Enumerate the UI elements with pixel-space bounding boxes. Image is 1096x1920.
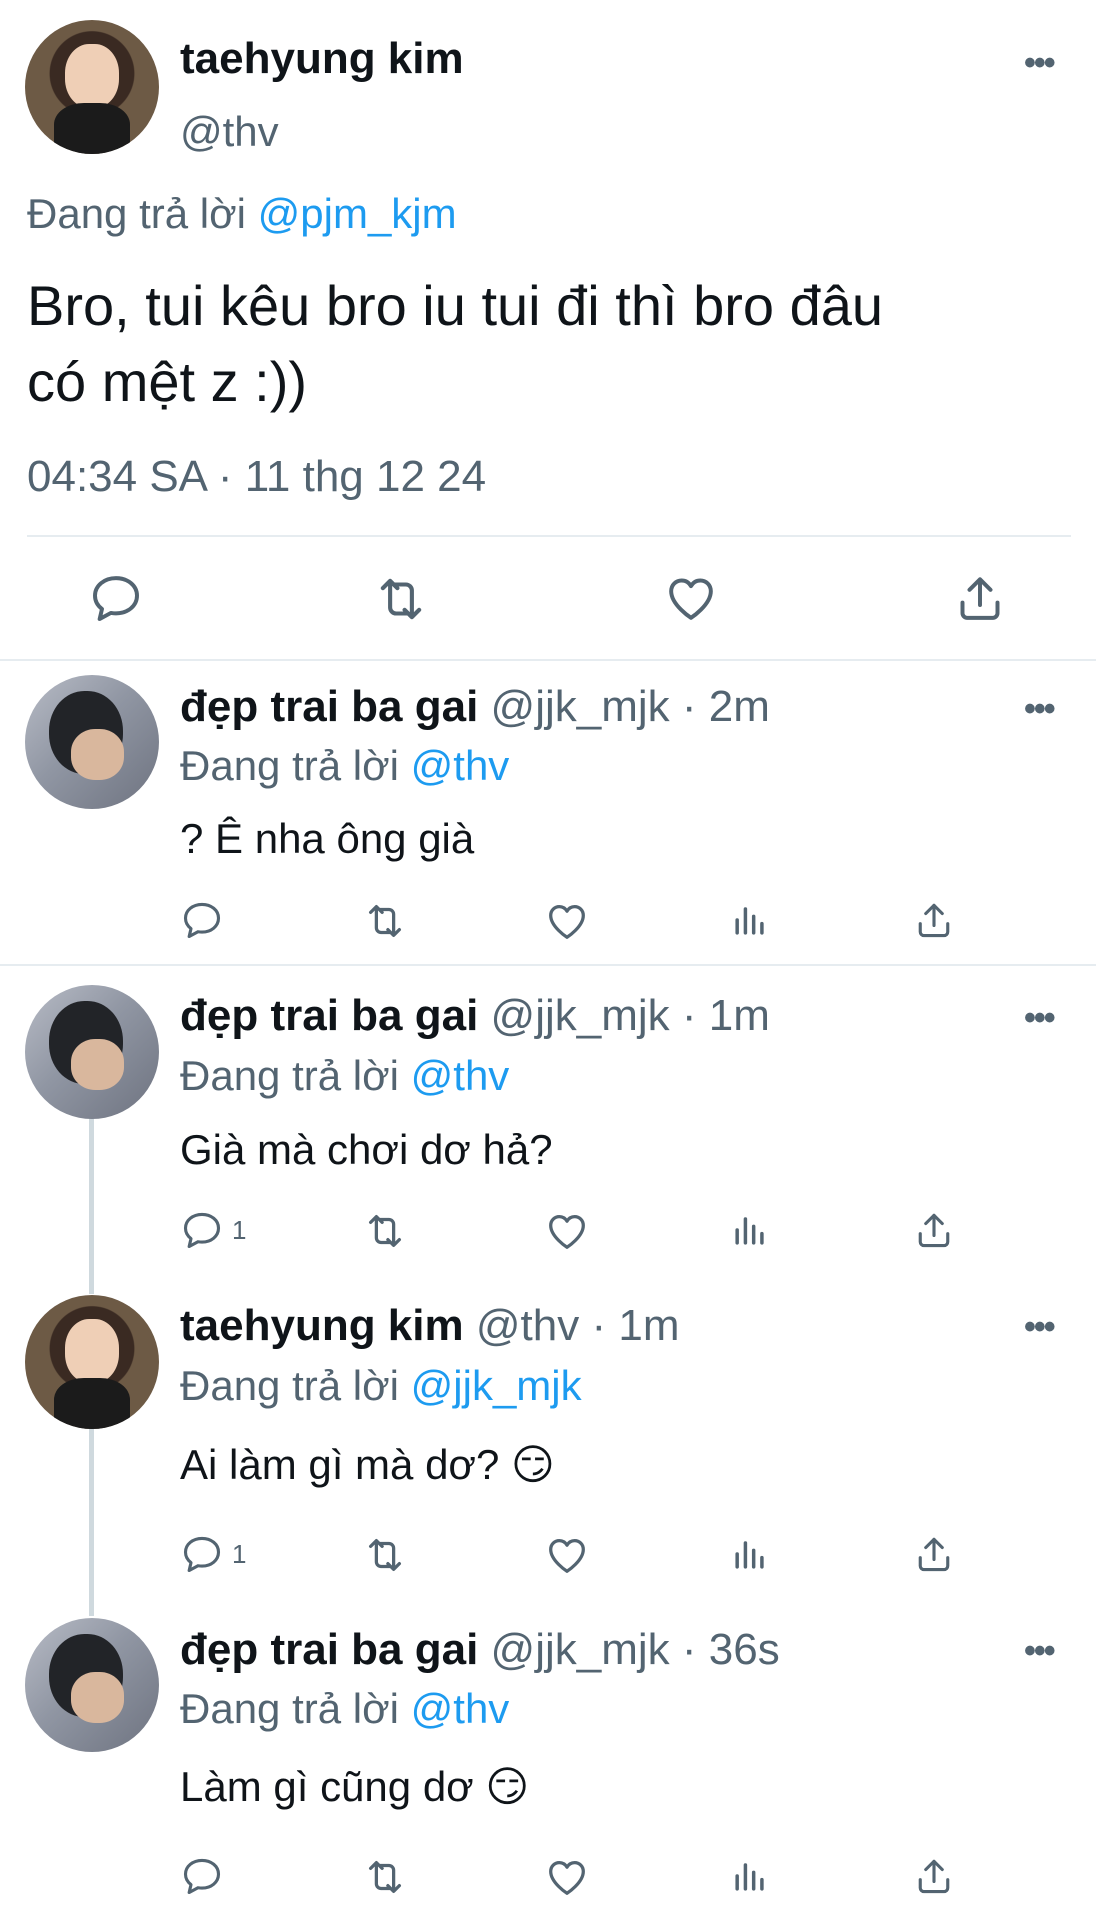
retweet-icon[interactable]	[362, 1532, 408, 1578]
reply-count: 1	[232, 1214, 247, 1245]
replying-prefix: Đang trả lời	[180, 1685, 399, 1732]
share-icon[interactable]	[912, 898, 956, 942]
author-handle[interactable]: @thv	[476, 1301, 579, 1350]
views-icon[interactable]	[728, 1854, 772, 1898]
tweet-text: ? Ê nha ông già	[180, 815, 475, 862]
like-icon[interactable]	[544, 898, 590, 944]
views-icon[interactable]	[728, 1532, 772, 1576]
reply-header: taehyung kim @thv · 1m	[180, 1301, 679, 1351]
share-icon[interactable]	[912, 1208, 956, 1252]
reply-icon[interactable]: 1	[180, 1208, 246, 1252]
retweet-icon[interactable]	[362, 1208, 408, 1254]
replying-to-line: Đang trả lời @jjk_mjk	[180, 1362, 582, 1410]
divider	[0, 964, 1096, 966]
tweet-time[interactable]: · 36s	[682, 1625, 780, 1674]
reply-icon[interactable]	[180, 898, 232, 942]
author-name[interactable]: taehyung kim	[180, 1301, 464, 1350]
like-icon[interactable]	[663, 570, 719, 626]
avatar[interactable]	[25, 1618, 159, 1752]
author-name[interactable]: đẹp trai ba gai	[180, 1625, 478, 1674]
tweet-text-line-1: Bro, tui kêu bro iu tui đi thì bro đâu	[27, 274, 884, 337]
tweet-text: Làm gì cũng dơ 😏	[180, 1763, 530, 1810]
retweet-icon[interactable]	[372, 570, 430, 628]
author-handle[interactable]: @jjk_mjk	[491, 1625, 670, 1674]
more-icon[interactable]: •••	[1024, 1310, 1056, 1344]
replying-to-link[interactable]: @pjm_kjm	[258, 190, 457, 237]
tweet-text-line-2: có mệt z :))	[27, 350, 308, 413]
author-name[interactable]: đẹp trai ba gai	[180, 991, 478, 1040]
reply-header: đẹp trai ba gai @jjk_mjk · 1m	[180, 991, 770, 1041]
replying-to-line: Đang trả lời @thv	[180, 1685, 509, 1733]
author-name[interactable]: taehyung kim	[180, 34, 464, 84]
replying-to-link[interactable]: @thv	[411, 1052, 510, 1099]
views-icon[interactable]	[728, 898, 772, 942]
replying-to-line: Đang trả lời @thv	[180, 1052, 509, 1100]
reply-icon[interactable]	[88, 570, 144, 626]
reply-header: đẹp trai ba gai @jjk_mjk · 36s	[180, 1625, 780, 1675]
author-handle[interactable]: @jjk_mjk	[491, 682, 670, 731]
replying-to-link[interactable]: @jjk_mjk	[411, 1362, 582, 1409]
retweet-icon[interactable]	[362, 898, 408, 944]
retweet-icon[interactable]	[362, 1854, 408, 1900]
avatar[interactable]	[25, 985, 159, 1119]
tweet-text: Bro, tui kêu bro iu tui đi thì bro đâu c…	[27, 268, 883, 420]
replying-to-link[interactable]: @thv	[411, 742, 510, 789]
share-icon[interactable]	[912, 1854, 956, 1898]
thread-connector	[89, 1428, 94, 1616]
more-icon[interactable]: •••	[1024, 1634, 1056, 1668]
reply-icon[interactable]: 1	[180, 1532, 246, 1576]
replying-to-line: Đang trả lời @thv	[180, 742, 509, 790]
reply-icon[interactable]	[180, 1854, 232, 1898]
reply-header: đẹp trai ba gai @jjk_mjk · 2m	[180, 682, 770, 732]
avatar[interactable]	[25, 675, 159, 809]
like-icon[interactable]	[544, 1208, 590, 1254]
more-icon[interactable]: •••	[1024, 1001, 1056, 1035]
replying-prefix: Đang trả lời	[180, 742, 399, 789]
timestamp[interactable]: 04:34 SA · 11 thg 12 24	[27, 452, 486, 502]
avatar[interactable]	[25, 1295, 159, 1429]
more-icon[interactable]: •••	[1024, 692, 1056, 726]
tweet-text: Già mà chơi dơ hả?	[180, 1126, 553, 1173]
replying-to-line: Đang trả lời @pjm_kjm	[27, 190, 457, 238]
views-icon[interactable]	[728, 1208, 772, 1252]
thread-connector	[89, 1118, 94, 1294]
like-icon[interactable]	[544, 1854, 590, 1900]
replying-prefix: Đang trả lời	[180, 1362, 399, 1409]
avatar[interactable]	[25, 20, 159, 154]
share-icon[interactable]	[952, 570, 1008, 626]
divider	[0, 659, 1096, 661]
replying-prefix: Đang trả lời	[27, 190, 246, 237]
more-icon[interactable]: •••	[1024, 46, 1056, 80]
tweet-time[interactable]: · 1m	[682, 991, 770, 1040]
tweet-text: Ai làm gì mà dơ? 😏	[180, 1441, 555, 1488]
share-icon[interactable]	[912, 1532, 956, 1576]
tweet-time[interactable]: · 1m	[591, 1301, 679, 1350]
author-handle[interactable]: @thv	[180, 108, 279, 156]
author-handle[interactable]: @jjk_mjk	[491, 991, 670, 1040]
replying-prefix: Đang trả lời	[180, 1052, 399, 1099]
like-icon[interactable]	[544, 1532, 590, 1578]
divider	[27, 535, 1071, 537]
tweet-time[interactable]: · 2m	[682, 682, 770, 731]
reply-count: 1	[232, 1538, 247, 1569]
author-name[interactable]: đẹp trai ba gai	[180, 682, 478, 731]
replying-to-link[interactable]: @thv	[411, 1685, 510, 1732]
